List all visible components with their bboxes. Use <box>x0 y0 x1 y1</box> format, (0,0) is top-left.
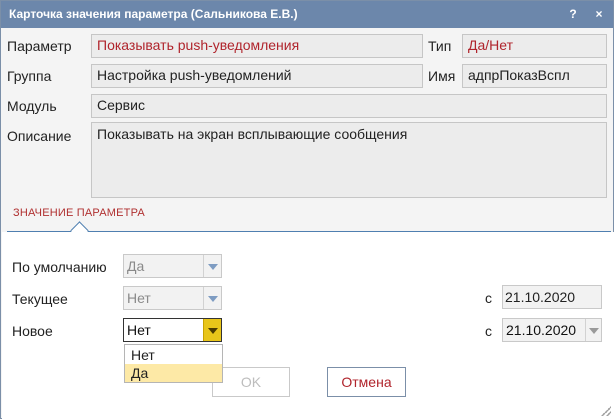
section-title: ЗНАЧЕНИЕ ПАРАМЕТРА <box>13 207 145 219</box>
ok-button[interactable]: OK <box>212 367 290 397</box>
resize-grip-icon[interactable] <box>601 406 611 416</box>
dropdown-option-no[interactable]: Нет <box>125 346 222 364</box>
group-label: Группа <box>7 68 52 84</box>
current-date-prefix: с <box>485 290 492 306</box>
group-field[interactable]: Настройка push-уведомлений <box>91 64 423 88</box>
description-field[interactable]: Показывать на экран всплывающие сообщени… <box>91 122 607 198</box>
new-date-prefix: с <box>485 323 492 339</box>
window-title: Карточка значения параметра (Сальникова … <box>9 7 298 21</box>
default-select[interactable]: Да <box>123 254 222 278</box>
current-select[interactable]: Нет <box>123 286 222 310</box>
chevron-down-icon[interactable] <box>203 255 221 277</box>
close-button[interactable]: × <box>591 5 607 23</box>
description-label: Описание <box>7 128 72 144</box>
chevron-down-icon[interactable] <box>203 319 221 341</box>
new-label: Новое <box>12 323 53 339</box>
type-field[interactable]: Да/Нет <box>462 34 607 58</box>
section-divider <box>7 231 611 232</box>
default-label: По умолчанию <box>12 259 107 275</box>
help-button[interactable]: ? <box>565 5 581 23</box>
current-select-value: Нет <box>127 290 151 306</box>
current-date-field[interactable]: 21.10.2020 <box>502 285 602 309</box>
name-label: Имя <box>428 68 456 84</box>
module-field[interactable]: Сервис <box>91 94 607 118</box>
chevron-down-icon[interactable] <box>203 287 221 309</box>
chevron-down-icon[interactable] <box>585 319 601 341</box>
parameter-field[interactable]: Показывать push-уведомления <box>91 34 423 58</box>
new-select-value: Нет <box>127 322 151 338</box>
parameter-label: Параметр <box>7 38 72 54</box>
new-date-value: 21.10.2020 <box>506 322 577 338</box>
type-label: Тип <box>428 38 452 54</box>
default-select-value: Да <box>127 258 145 274</box>
parameter-card-dialog: Карточка значения параметра (Сальникова … <box>0 0 614 419</box>
new-select[interactable]: Нет <box>123 318 222 342</box>
module-label: Модуль <box>7 98 57 114</box>
current-label: Текущее <box>12 291 68 307</box>
dropdown-option-yes[interactable]: Да <box>125 364 222 382</box>
name-field[interactable]: адпрПоказВспл <box>462 64 607 88</box>
new-value-dropdown-list: Нет Да <box>124 344 223 383</box>
new-date-picker[interactable]: 21.10.2020 <box>502 318 602 342</box>
title-bar[interactable]: Карточка значения параметра (Сальникова … <box>1 1 613 28</box>
cancel-button[interactable]: Отмена <box>327 367 406 397</box>
